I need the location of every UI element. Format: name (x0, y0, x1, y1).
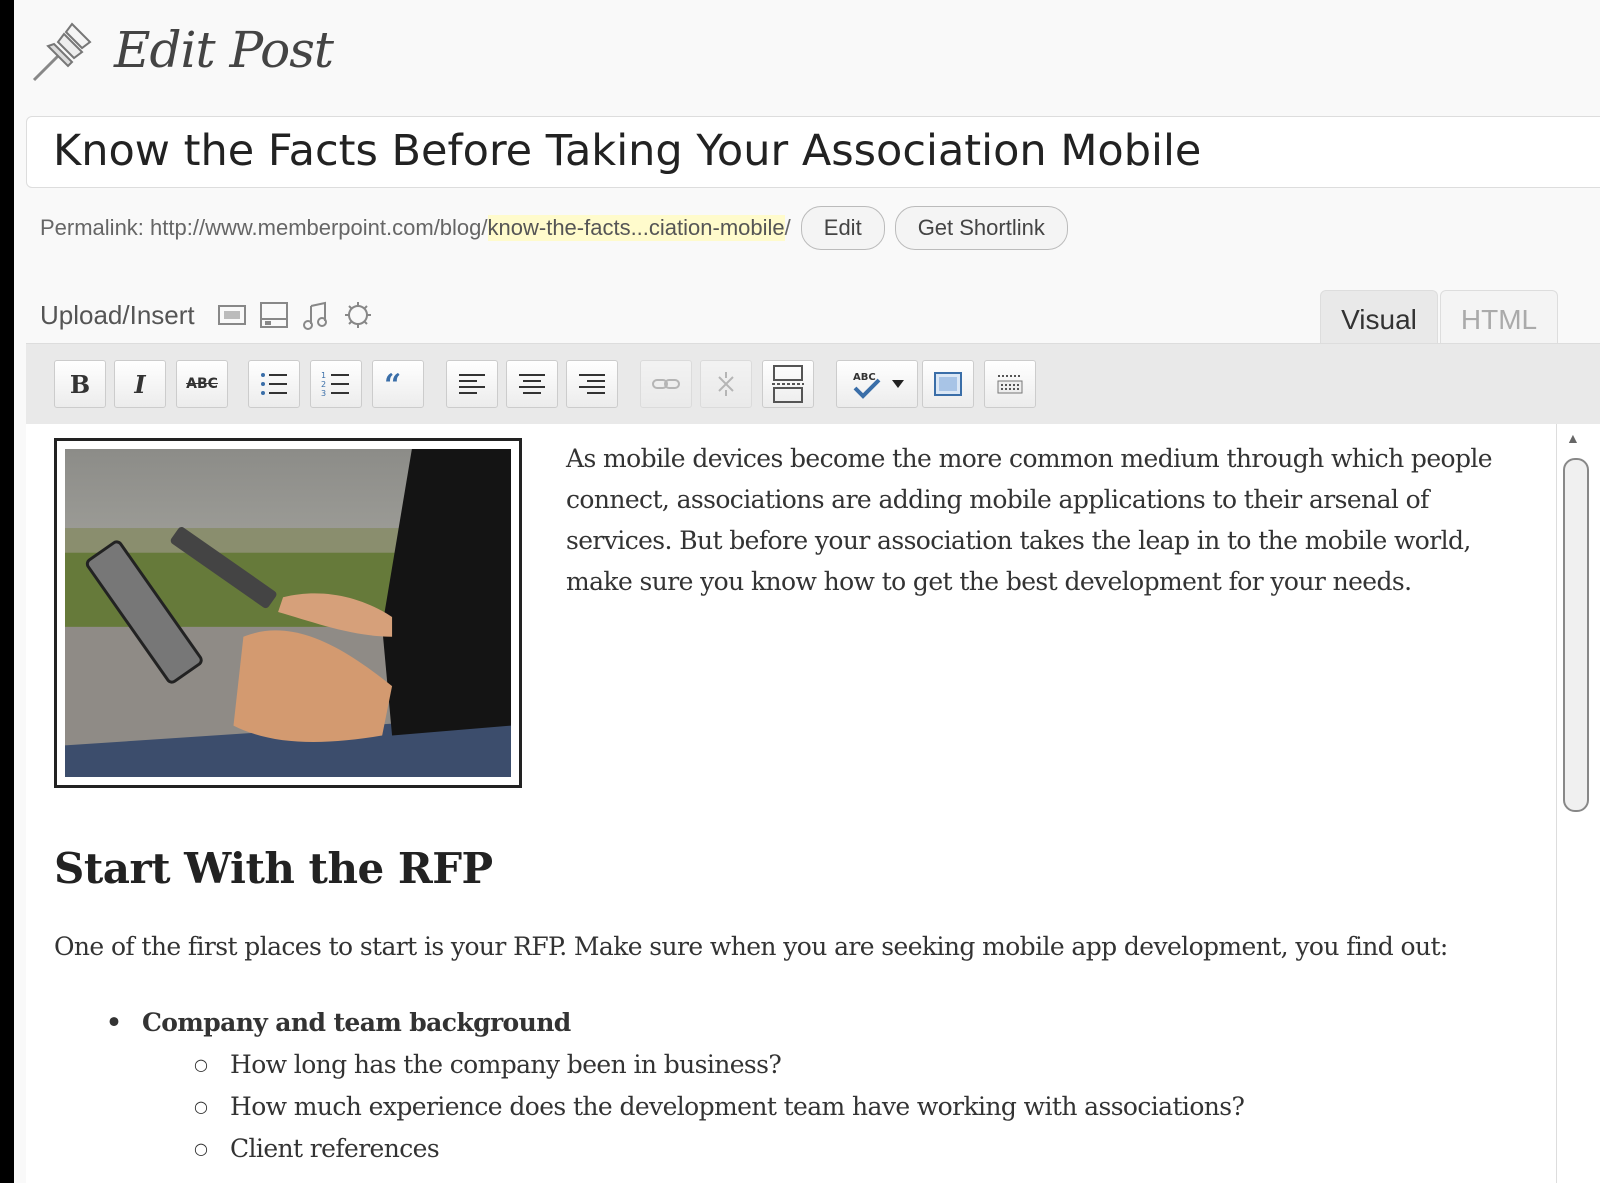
spellcheck-icon: ABC (853, 372, 881, 399)
bullet-list-icon (261, 373, 287, 395)
svg-text:ABC: ABC (853, 372, 876, 383)
align-left-button[interactable] (446, 360, 498, 408)
pushpin-icon (28, 14, 100, 86)
align-right-button[interactable] (566, 360, 618, 408)
svg-text:1: 1 (321, 371, 326, 380)
section-heading: Start With the RFP (54, 844, 493, 893)
permalink-row: Permalink: http://www.memberpoint.com/bl… (40, 206, 1068, 250)
tab-visual[interactable]: Visual (1320, 290, 1438, 344)
bold-label: B (69, 369, 91, 399)
strikethrough-label: ABC (186, 376, 218, 392)
numbered-list-button[interactable]: 123 (310, 360, 362, 408)
sublist-item: How much experience does the development… (194, 1086, 1245, 1128)
sublist-item: How long has the company been in busines… (194, 1044, 1244, 1086)
bullet-list-button[interactable] (248, 360, 300, 408)
fullscreen-button[interactable] (922, 360, 974, 408)
phones-photo-icon (65, 449, 511, 777)
intro-paragraph: As mobile devices become the more common… (566, 444, 1493, 596)
editor-toolbar: B I ABC 123 “ ABC (26, 343, 1600, 425)
add-video-icon[interactable] (255, 296, 293, 334)
add-media-icon[interactable] (339, 296, 377, 334)
permalink-label: Permalink: http://www.memberpoint.com/bl… (40, 215, 488, 240)
fullscreen-icon (934, 372, 962, 396)
rfp-list: Company and team background How long has… (106, 1002, 1245, 1170)
svg-text:2: 2 (321, 380, 326, 389)
kitchen-sink-button[interactable] (984, 360, 1036, 408)
blockquote-button[interactable]: “ (372, 360, 424, 408)
edit-permalink-button[interactable]: Edit (800, 206, 885, 250)
tab-html[interactable]: HTML (1440, 290, 1558, 344)
align-center-icon (519, 374, 545, 394)
permalink-slug[interactable]: know-the-facts...ciation-mobile (487, 215, 785, 241)
insert-link-button[interactable] (640, 360, 692, 408)
get-shortlink-button[interactable]: Get Shortlink (894, 206, 1068, 250)
italic-button[interactable]: I (114, 360, 166, 408)
numbered-list-icon: 123 (321, 371, 349, 398)
editor-window: Edit Post Permalink: http://www.memberpo… (14, 0, 1600, 1183)
page-title: Edit Post (114, 21, 334, 79)
upload-insert-row: Upload/Insert (40, 296, 381, 334)
page-header: Edit Post (28, 10, 334, 90)
editor-content-area[interactable]: As mobile devices become the more common… (26, 424, 1556, 1183)
list-item-label: Company and team background (142, 1008, 571, 1037)
svg-text:“: “ (384, 373, 401, 395)
spellcheck-button[interactable]: ABC (836, 360, 918, 408)
rfp-paragraph: One of the first places to start is your… (54, 932, 1448, 961)
unlink-icon (718, 372, 734, 396)
strikethrough-button[interactable]: ABC (176, 360, 228, 408)
permalink-suffix: / (784, 215, 791, 240)
scroll-up-arrow-icon[interactable]: ▲ (1566, 430, 1580, 446)
align-right-icon (579, 374, 605, 394)
insert-more-button[interactable] (762, 360, 814, 408)
add-image-icon[interactable] (213, 296, 251, 334)
post-image[interactable] (54, 438, 522, 788)
blockquote-icon: “ (384, 373, 401, 395)
post-title-input[interactable] (51, 125, 1555, 177)
scrollbar-thumb[interactable] (1563, 458, 1589, 812)
svg-text:3: 3 (321, 389, 326, 398)
sublist: How long has the company been in busines… (142, 1044, 1245, 1170)
bold-button[interactable]: B (54, 360, 106, 408)
read-more-icon (772, 365, 804, 403)
upload-insert-label: Upload/Insert (40, 299, 195, 330)
add-audio-icon[interactable] (297, 296, 335, 334)
scrollbar[interactable]: ▲ (1556, 424, 1600, 1183)
italic-label: I (134, 369, 146, 399)
align-left-icon (459, 374, 485, 394)
list-item: Company and team background How long has… (106, 1002, 1245, 1170)
post-title-field[interactable] (26, 116, 1600, 188)
link-icon (652, 379, 680, 389)
kitchen-sink-icon (997, 375, 1023, 394)
align-center-button[interactable] (506, 360, 558, 408)
chevron-down-icon (892, 380, 904, 388)
unlink-button[interactable] (700, 360, 752, 408)
sublist-item: Client references (194, 1128, 1244, 1170)
